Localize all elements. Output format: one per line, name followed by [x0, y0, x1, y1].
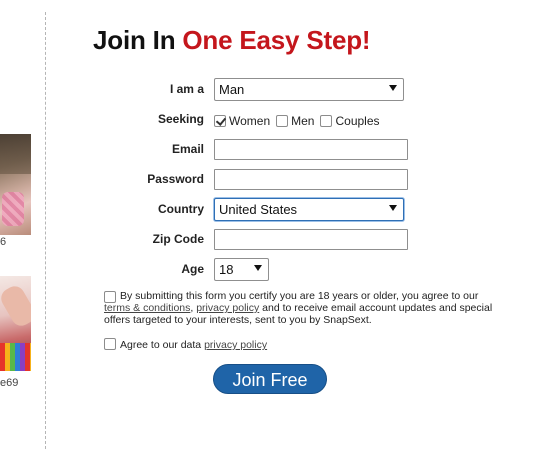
row-seeking: Seeking Women Men Couples: [0, 108, 544, 132]
zip-code-label: Zip Code: [152, 232, 204, 246]
seeking-women-label[interactable]: Women: [229, 114, 270, 128]
email-field[interactable]: [214, 139, 408, 160]
seeking-men-label[interactable]: Men: [291, 114, 314, 128]
seeking-men-checkbox[interactable]: [276, 115, 289, 127]
chevron-down-icon: [389, 85, 397, 91]
row-i-am-a: I am a Man: [0, 78, 544, 102]
i-am-a-select[interactable]: Man: [214, 78, 404, 101]
chevron-down-icon: [254, 265, 262, 271]
profile-thumbnails: 6 e69: [0, 0, 46, 449]
row-age: Age 18: [0, 258, 544, 282]
country-select[interactable]: United States: [214, 198, 404, 221]
row-country: Country United States: [0, 198, 544, 222]
age-select[interactable]: 18: [214, 258, 269, 281]
terms-conditions-link[interactable]: terms & conditions: [104, 302, 190, 314]
profile-thumbnail-2-name[interactable]: e69: [0, 377, 40, 389]
i-am-a-label: I am a: [169, 82, 204, 96]
page-title: Join In One Easy Step!: [93, 25, 371, 56]
seeking-couples-checkbox[interactable]: [320, 115, 333, 127]
seeking-label: Seeking: [157, 112, 204, 126]
password-field[interactable]: [214, 169, 408, 190]
chevron-down-icon: [389, 205, 397, 211]
privacy-consent: Agree to our data privacy policy: [104, 338, 267, 351]
data-privacy-policy-link[interactable]: privacy policy: [204, 339, 267, 351]
age-label: Age: [181, 262, 204, 276]
i-am-a-value: Man: [219, 82, 245, 97]
profile-thumbnail-2[interactable]: [0, 276, 31, 371]
privacy-policy-link[interactable]: privacy policy: [196, 302, 259, 314]
row-password: Password: [0, 168, 544, 192]
seeking-couples-label[interactable]: Couples: [335, 114, 379, 128]
terms-text-start: By submitting this form you certify you …: [120, 290, 479, 302]
privacy-consent-checkbox[interactable]: [104, 338, 116, 350]
seeking-options: Women Men Couples: [214, 112, 386, 130]
row-email: Email: [0, 138, 544, 162]
country-value: United States: [219, 202, 298, 217]
title-part-1: Join In: [93, 25, 183, 55]
zip-code-field[interactable]: [214, 229, 408, 250]
country-label: Country: [158, 202, 204, 216]
thumbnail-photo-detail: [0, 343, 31, 371]
email-label: Email: [171, 142, 204, 156]
age-value: 18: [219, 262, 234, 277]
seeking-women-checkbox[interactable]: [214, 115, 226, 127]
terms-consent: By submitting this form you certify you …: [104, 290, 504, 326]
thumbnail-photo-detail: [0, 282, 31, 330]
title-part-2: One Easy Step!: [182, 25, 371, 55]
privacy-consent-text: Agree to our data: [120, 339, 205, 351]
join-free-button[interactable]: Join Free: [213, 364, 327, 394]
row-zip: Zip Code: [0, 228, 544, 252]
password-label: Password: [147, 172, 204, 186]
terms-consent-text: By submitting this form you certify you …: [104, 290, 504, 326]
terms-consent-checkbox[interactable]: [104, 291, 116, 303]
